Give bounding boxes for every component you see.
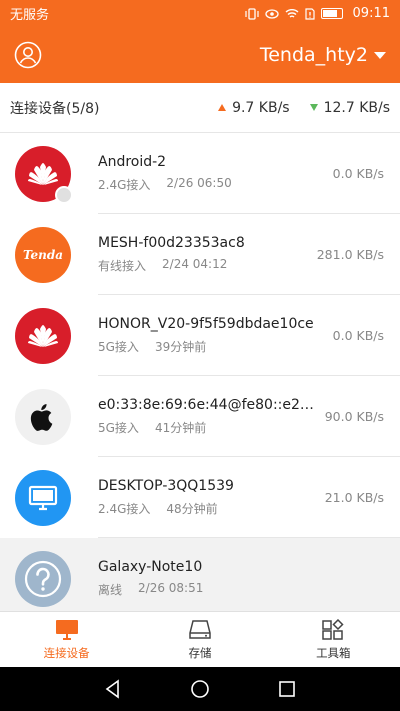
bottom-tab-bar: 连接设备 存储 工具箱 — [0, 611, 400, 667]
tab-devices[interactable]: 连接设备 — [0, 612, 133, 667]
question-icon — [15, 550, 71, 607]
device-row[interactable]: DESKTOP-3QQ1539 2.4G接入 48分钟前 21.0 KB/s — [0, 457, 400, 538]
upload-arrow-icon — [218, 104, 227, 111]
download-value: 12.7 KB/s — [323, 99, 390, 116]
device-time: 39分钟前 — [154, 340, 207, 354]
device-link: 5G接入 — [98, 421, 139, 435]
device-name: Android-2 — [98, 154, 167, 170]
device-speed: 90.0 KB/s — [324, 409, 384, 424]
device-name: Galaxy-Note10 — [98, 559, 203, 575]
huawei-icon — [15, 145, 73, 204]
device-speed: 21.0 KB/s — [324, 490, 384, 505]
battery-icon — [320, 8, 343, 19]
tab-label: 工具箱 — [316, 645, 351, 660]
guest-user-icon — [55, 185, 73, 204]
device-time: 48分钟前 — [166, 502, 218, 516]
device-name: e0:33:8e:69:6e:44@fe80::e233:8eff:fe69:6… — [98, 397, 322, 413]
device-row[interactable]: Galaxy-Note10 离线 2/26 08:51 — [0, 538, 400, 611]
vibrate-icon — [244, 7, 259, 20]
device-row[interactable]: e0:33:8e:69:6e:44@fe80::e233:8eff:fe69:6… — [0, 376, 400, 457]
home-icon[interactable] — [190, 679, 210, 699]
wifi-icon — [285, 9, 298, 18]
device-link: 2.4G接入 — [98, 502, 151, 516]
huawei-icon — [15, 307, 71, 364]
device-row[interactable]: HONOR_V20-9f5f59dbdae10ce 5G接入 39分钟前 0.0 … — [0, 295, 400, 376]
device-row[interactable]: Android-2 2.4G接入 2/26 06:50 0.0 KB/s — [0, 133, 400, 214]
tenda-icon: Tenda — [15, 226, 71, 283]
back-icon[interactable] — [103, 679, 123, 699]
tenda-logo-text: Tenda — [22, 247, 64, 262]
network-selector[interactable]: Tenda_hty2 — [260, 44, 386, 66]
storage-drive-icon — [189, 619, 211, 639]
device-time: 2/26 08:51 — [138, 581, 204, 595]
network-name: Tenda_hty2 — [259, 44, 368, 66]
device-name: DESKTOP-3QQ1539 — [98, 478, 234, 494]
upload-value: 9.7 KB/s — [232, 99, 290, 116]
device-time: 41分钟前 — [154, 421, 207, 435]
device-name: MESH-f00d23353ac8 — [98, 235, 245, 251]
device-speed: 0.0 KB/s — [332, 166, 384, 181]
apple-icon — [15, 388, 71, 445]
clock: 09:11 — [352, 6, 390, 21]
recents-icon[interactable] — [277, 679, 297, 699]
tab-tools[interactable]: 工具箱 — [267, 612, 400, 667]
tab-storage[interactable]: 存储 — [133, 612, 266, 667]
device-link: 2.4G接入 — [98, 178, 151, 192]
device-link: 5G接入 — [98, 340, 139, 354]
eye-icon — [264, 8, 279, 19]
device-speed: 281.0 KB/s — [316, 247, 384, 262]
upload-rate: 9.7 KB/s — [218, 100, 290, 116]
device-time: 2/26 06:50 — [166, 176, 232, 190]
device-list[interactable]: Android-2 2.4G接入 2/26 06:50 0.0 KB/s Tend… — [0, 133, 400, 611]
sim-alert-icon — [304, 7, 315, 20]
app-header: Tenda_hty2 — [0, 27, 400, 83]
tab-label: 连接设备 — [43, 645, 90, 660]
tab-label: 存储 — [188, 645, 212, 660]
toolbox-grid-icon — [322, 618, 344, 640]
device-speed: 0.0 KB/s — [332, 328, 384, 343]
download-arrow-icon — [309, 104, 318, 111]
monitor-icon — [15, 469, 71, 526]
device-row[interactable]: Tenda MESH-f00d23353ac8 有线接入 2/24 04:12 2… — [0, 214, 400, 295]
device-name: HONOR_V20-9f5f59dbdae10ce — [98, 316, 314, 332]
device-time: 2/24 04:12 — [162, 257, 228, 271]
user-profile-icon[interactable] — [14, 41, 42, 69]
chevron-down-icon — [374, 51, 386, 59]
speed-summary: 连接设备(5/8) 9.7 KB/s 12.7 KB/s — [0, 83, 400, 133]
desktop-icon — [55, 619, 78, 640]
device-link: 有线接入 — [98, 259, 147, 273]
status-icons: 09:11 — [244, 6, 390, 21]
carrier-label: 无服务 — [10, 8, 50, 23]
system-nav-bar — [0, 667, 400, 711]
status-bar: 无服务 09:11 — [0, 0, 400, 27]
connected-count: 连接设备(5/8) — [10, 100, 100, 117]
download-rate: 12.7 KB/s — [309, 99, 390, 116]
device-link: 离线 — [98, 583, 123, 597]
